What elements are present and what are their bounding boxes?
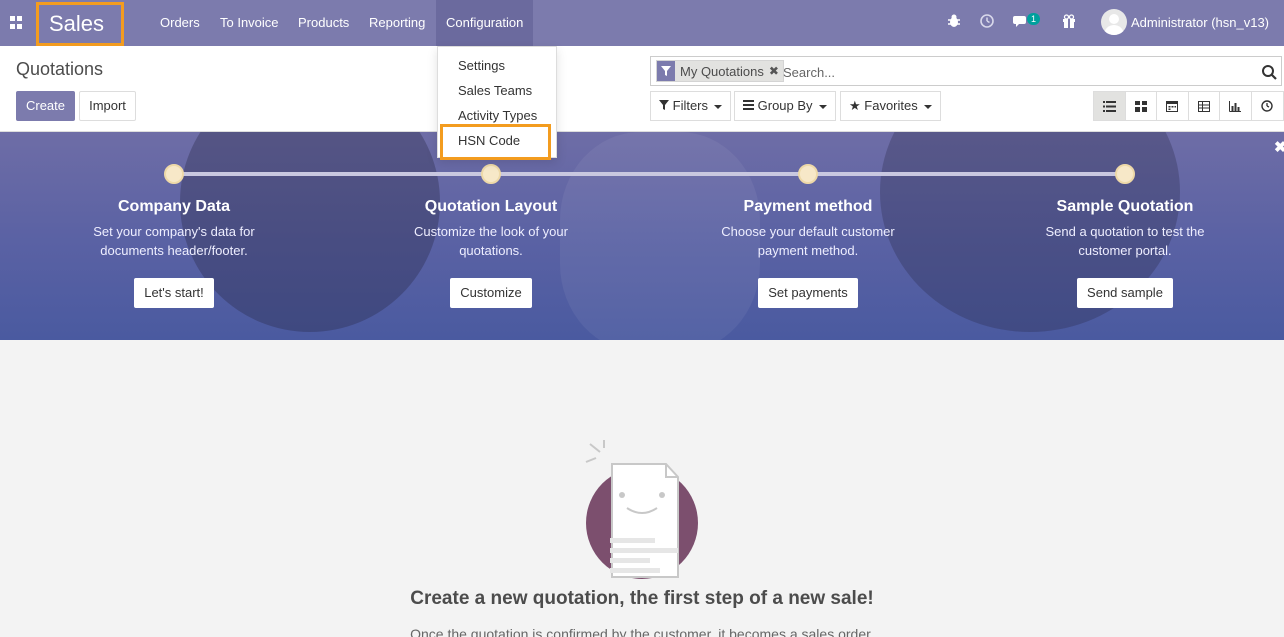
- debug-bug-icon[interactable]: [946, 13, 962, 31]
- create-button[interactable]: Create: [16, 91, 75, 121]
- apps-menu-icon[interactable]: [10, 16, 23, 29]
- activity-clock-icon[interactable]: [979, 13, 995, 31]
- group-by-button[interactable]: Group By: [734, 91, 836, 121]
- onboarding-progress-line: [174, 172, 1124, 176]
- hsn-code-highlight: [440, 124, 551, 160]
- search-icon[interactable]: [1261, 64, 1277, 80]
- lets-start-button[interactable]: Let's start!: [134, 278, 214, 308]
- filters-button[interactable]: Filters: [650, 91, 732, 121]
- dropdown-item-settings[interactable]: Settings: [438, 54, 556, 78]
- activity-view-icon[interactable]: [1251, 92, 1283, 120]
- menu-products[interactable]: Products: [298, 0, 349, 46]
- step-description: Choose your default customer payment met…: [721, 224, 895, 258]
- graph-view-icon[interactable]: [1220, 92, 1252, 120]
- page-title: Quotations: [16, 59, 104, 79]
- menu-reporting[interactable]: Reporting: [369, 0, 425, 46]
- filters-label: Filters: [672, 98, 709, 113]
- step-description: Customize the look of your quotations.: [414, 224, 568, 258]
- star-icon: ★: [849, 98, 861, 113]
- top-navbar: Sales Orders To Invoice Products Reporti…: [0, 0, 1284, 46]
- step-title: Sample Quotation: [1056, 198, 1194, 215]
- onboarding-step-sample: Sample Quotation Send a quotation to tes…: [995, 198, 1255, 308]
- chevron-down-icon: [818, 104, 827, 109]
- empty-state-title: Create a new quotation, the first step o…: [410, 588, 874, 609]
- list-view-icon[interactable]: [1094, 92, 1126, 120]
- send-sample-button[interactable]: Send sample: [1077, 278, 1173, 308]
- onboarding-banner: ✖ Company Data Set your company's data f…: [0, 132, 1284, 340]
- search-input[interactable]: [783, 61, 1253, 83]
- step-title: Company Data: [117, 198, 231, 215]
- group-by-icon: [743, 98, 754, 113]
- dropdown-item-sales-teams[interactable]: Sales Teams: [438, 79, 556, 103]
- import-button[interactable]: Import: [79, 91, 136, 121]
- calendar-view-icon[interactable]: [1157, 92, 1189, 120]
- empty-state-subtitle: Once the quotation is confirmed by the c…: [410, 626, 874, 637]
- group-by-label: Group By: [757, 98, 813, 113]
- search-facet: My Quotations ✖: [656, 60, 784, 82]
- gift-icon[interactable]: [1061, 13, 1077, 31]
- onboarding-step-layout: Quotation Layout Customize the look of y…: [361, 198, 621, 308]
- kanban-view-icon[interactable]: [1125, 92, 1157, 120]
- filter-facet-icon: [657, 61, 675, 81]
- step-dot: [1115, 164, 1135, 184]
- search-facet-label: My Quotations: [680, 63, 764, 79]
- step-description: Send a quotation to test the customer po…: [1045, 224, 1205, 258]
- user-menu[interactable]: Administrator (hsn_v13): [1131, 0, 1269, 45]
- pivot-view-icon[interactable]: [1188, 92, 1220, 120]
- step-title: Payment method: [743, 198, 873, 215]
- step-dot: [164, 164, 184, 184]
- messages-count-badge: 1: [1027, 13, 1041, 25]
- chevron-down-icon: [714, 104, 723, 109]
- chevron-down-icon: [923, 104, 932, 109]
- empty-quotation-illustration: [580, 440, 710, 590]
- customize-button[interactable]: Customize: [450, 278, 532, 308]
- user-avatar[interactable]: [1101, 9, 1127, 35]
- step-title: Quotation Layout: [424, 198, 558, 215]
- menu-to-invoice[interactable]: To Invoice: [220, 0, 279, 46]
- view-switcher: [1093, 91, 1284, 121]
- search-bar: My Quotations ✖: [650, 56, 1282, 86]
- close-icon[interactable]: ✖: [1274, 138, 1284, 156]
- favorites-label: Favorites: [864, 98, 918, 113]
- menu-configuration[interactable]: Configuration: [436, 0, 534, 46]
- step-dot: [481, 164, 501, 184]
- filter-icon: [659, 98, 669, 113]
- step-description: Set your company's data for documents he…: [93, 224, 255, 258]
- favorites-button[interactable]: ★ Favorites: [840, 91, 941, 121]
- menu-orders[interactable]: Orders: [160, 0, 200, 46]
- app-name-brand[interactable]: Sales: [36, 2, 124, 46]
- onboarding-step-company: Company Data Set your company's data for…: [44, 198, 304, 308]
- step-dot: [798, 164, 818, 184]
- facet-remove-icon[interactable]: ✖: [769, 64, 783, 78]
- onboarding-step-payment: Payment method Choose your default custo…: [678, 198, 938, 308]
- set-payments-button[interactable]: Set payments: [758, 278, 858, 308]
